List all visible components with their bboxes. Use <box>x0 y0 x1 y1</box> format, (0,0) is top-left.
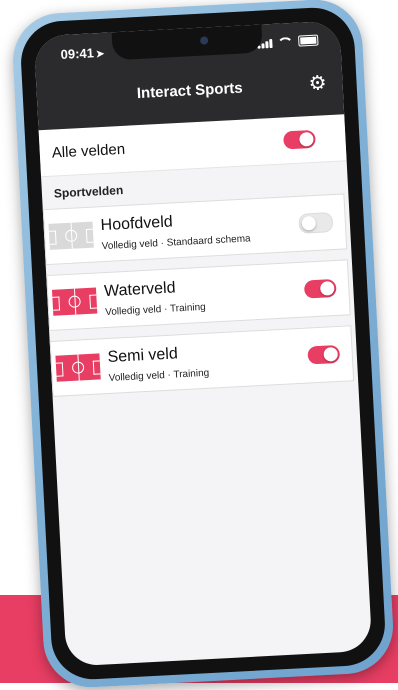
soccer-field-icon <box>51 287 98 316</box>
status-time-text: 09:41 <box>60 45 95 63</box>
status-time: 09:41➤ <box>60 45 104 62</box>
battery-icon <box>298 34 319 47</box>
status-icons <box>257 34 319 49</box>
all-fields-toggle[interactable] <box>283 129 316 150</box>
all-fields-label: Alle velden <box>51 140 126 162</box>
soccer-field-icon <box>55 353 101 382</box>
field-subtitle: Volledig veld · Training <box>104 301 206 318</box>
toggle-knob <box>319 281 335 296</box>
wifi-icon <box>277 36 294 48</box>
field-toggle-waterveld[interactable] <box>303 278 337 299</box>
location-arrow-icon: ➤ <box>95 48 105 61</box>
field-toggle-hoofdveld[interactable] <box>298 212 334 234</box>
field-name: Semi veld <box>107 344 179 366</box>
field-text: Hoofdveld Volledig veld · Standaard sche… <box>100 206 300 252</box>
field-card-waterveld[interactable]: Waterveld Volledig veld · Training <box>46 259 351 332</box>
field-text: Semi veld Volledig veld · Training <box>107 338 309 384</box>
field-text: Waterveld Volledig veld · Training <box>103 272 306 318</box>
phone-screen: 09:41➤ Interact Sports ⚙ Alle velden Spo… <box>33 20 373 667</box>
page-title: Interact Sports <box>136 79 244 103</box>
field-subtitle: Volledig veld · Training <box>108 367 210 384</box>
toggle-knob <box>323 346 339 362</box>
field-name: Waterveld <box>103 278 176 300</box>
toggle-knob <box>301 215 317 231</box>
phone-mockup: 09:41➤ Interact Sports ⚙ Alle velden Spo… <box>10 0 396 690</box>
soccer-field-icon <box>48 221 94 250</box>
toggle-knob <box>299 131 314 147</box>
camera-icon <box>199 36 209 45</box>
field-card-semi-veld[interactable]: Semi veld Volledig veld · Training <box>49 325 355 397</box>
field-name: Hoofdveld <box>100 212 174 234</box>
field-toggle-semi-veld[interactable] <box>307 344 341 365</box>
gear-icon[interactable]: ⚙ <box>308 72 327 95</box>
field-subtitle: Volledig veld · Standaard schema <box>101 232 251 252</box>
